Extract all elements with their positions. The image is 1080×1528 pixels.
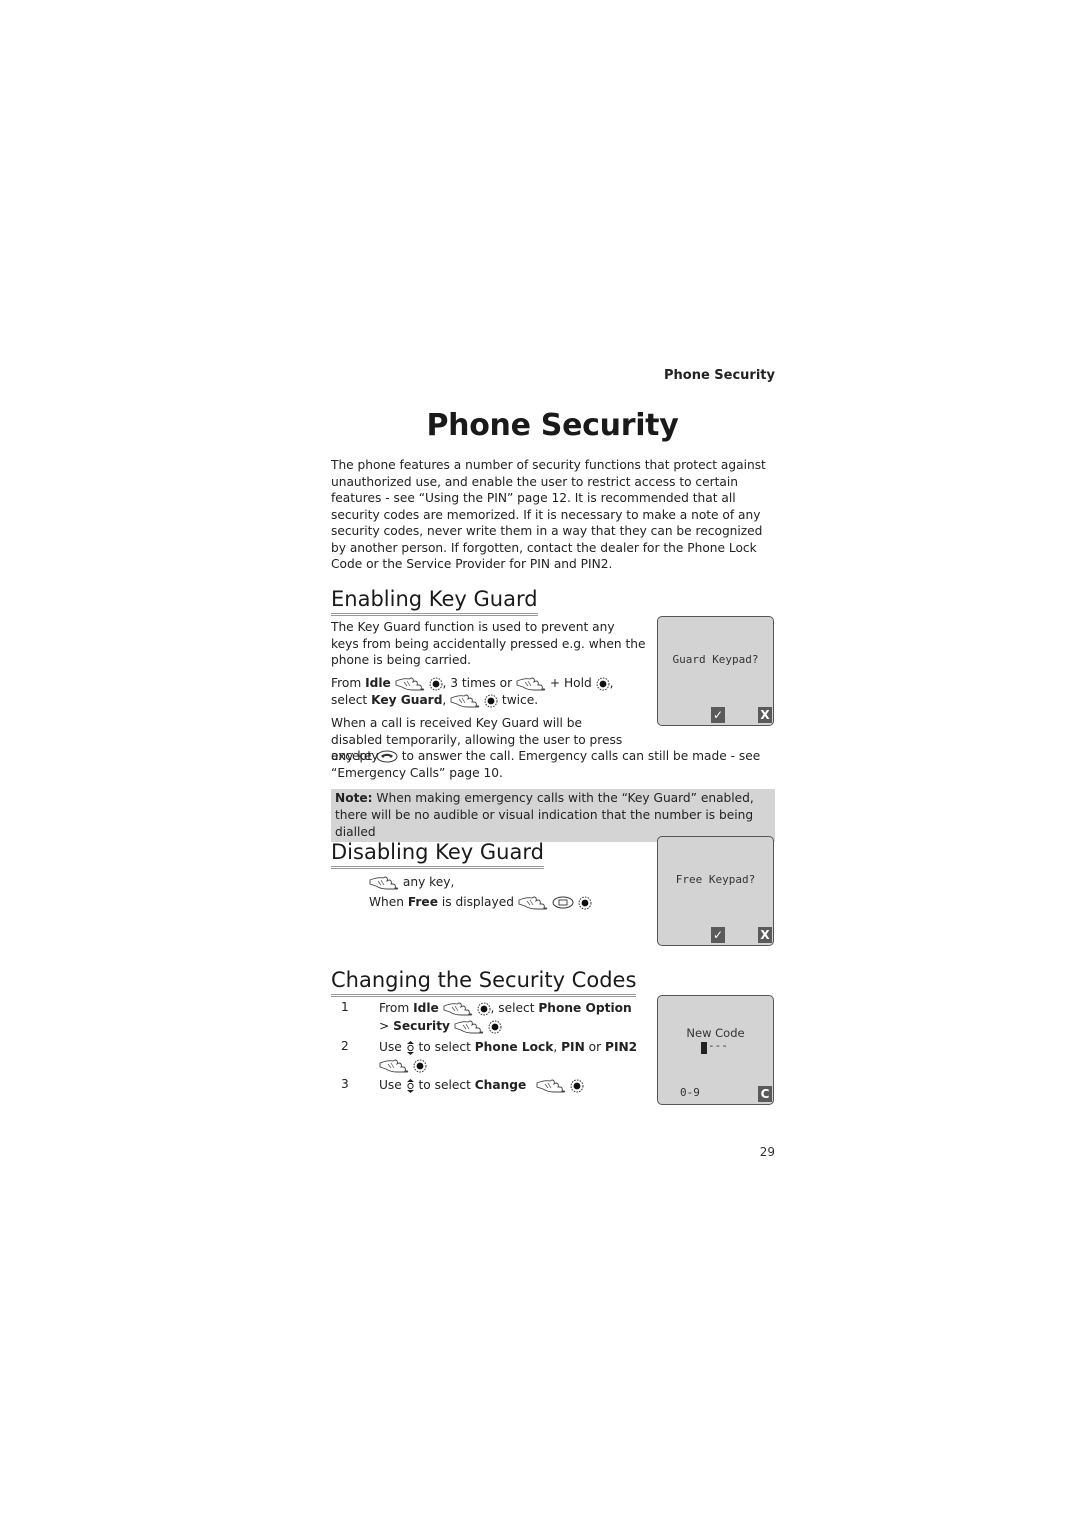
navigation-key-icon: [429, 677, 443, 691]
enabling-instruction-line2: select Key Guard, twice.: [331, 692, 651, 709]
phone-screen-free-keypad: Free Keypad? ✓ X: [657, 836, 774, 946]
navigation-key-icon: [570, 1079, 584, 1093]
text: to select: [414, 1040, 475, 1054]
heading-changing-security-codes: Changing the Security Codes: [331, 967, 637, 997]
step-3: Use to select Change: [379, 1076, 649, 1094]
text: Use: [379, 1078, 406, 1092]
idle-label: Idle: [413, 1001, 439, 1015]
softkey-clear: C: [758, 1086, 772, 1102]
text: , select: [490, 1001, 539, 1015]
phone-screen-guard-keypad: Guard Keypad? ✓ X: [657, 616, 774, 726]
navigation-key-icon: [413, 1059, 427, 1073]
hand-press-icon: [516, 677, 546, 691]
text: Use: [379, 1040, 406, 1054]
enabling-instruction-line1: From Idle , 3 times or + Hold ,: [331, 675, 651, 692]
softkey-cancel: X: [758, 707, 772, 723]
pin-label: PIN: [561, 1040, 585, 1054]
text: From: [379, 1001, 414, 1015]
text: >: [379, 1019, 394, 1033]
menu-key-icon: [552, 896, 574, 909]
intro-paragraph: The phone features a number of security …: [331, 458, 766, 571]
hand-press-icon: [536, 1079, 566, 1093]
phone-option-label: Phone Option: [538, 1001, 632, 1015]
pin2-label: PIN2: [605, 1040, 638, 1054]
section-disabling: Disabling Key Guard: [331, 839, 544, 869]
navigation-key-icon: [488, 1020, 502, 1034]
security-label: Security: [393, 1019, 450, 1033]
step-number: 1: [341, 1000, 349, 1014]
phone-lock-label: Phone Lock: [474, 1040, 554, 1054]
screen-message: Free Keypad?: [675, 873, 756, 886]
section-changing: Changing the Security Codes: [331, 967, 637, 997]
screen-message: New Code: [686, 1026, 745, 1040]
entry-cursor: [701, 1042, 707, 1054]
note-text: When making emergency calls with the “Ke…: [335, 791, 754, 839]
text: ,: [553, 1040, 562, 1054]
step-number: 2: [341, 1039, 349, 1053]
heading-disabling-key-guard: Disabling Key Guard: [331, 839, 544, 869]
step-number: 3: [341, 1077, 349, 1091]
up-down-scroll-icon: [406, 1079, 415, 1093]
text: twice.: [498, 693, 539, 707]
call-key-icon: [376, 750, 398, 763]
enabling-call-note-cont: except to answer the call. Emergency cal…: [331, 748, 776, 781]
step-1: From Idle , select Phone Option > Securi…: [379, 999, 649, 1035]
softkey-confirm: ✓: [711, 927, 725, 943]
text: + Hold: [546, 676, 596, 690]
free-label: Free: [407, 895, 438, 909]
hand-press-icon: [450, 694, 480, 708]
note-box: Note: When making emergency calls with t…: [331, 789, 775, 842]
softkey-confirm: ✓: [711, 707, 725, 723]
text: When: [369, 895, 408, 909]
idle-label: Idle: [365, 676, 391, 690]
step-2: Use to select Phone Lock, PIN or PIN2: [379, 1038, 654, 1074]
up-down-scroll-icon: [406, 1041, 415, 1055]
hand-press-icon: [443, 1002, 473, 1016]
hand-press-icon: [369, 876, 399, 890]
disabling-line1: any key,: [369, 874, 619, 891]
navigation-key-icon: [596, 677, 610, 691]
heading-enabling-key-guard: Enabling Key Guard: [331, 586, 538, 616]
text: except: [331, 749, 376, 763]
hand-press-icon: [379, 1059, 409, 1073]
hand-press-icon: [518, 896, 548, 910]
page-title: Phone Security: [426, 408, 679, 443]
section-enabling: Enabling Key Guard: [331, 586, 538, 616]
text: , 3 times or: [442, 676, 517, 690]
text: or: [584, 1040, 606, 1054]
navigation-key-icon: [477, 1002, 491, 1016]
change-label: Change: [474, 1078, 527, 1092]
text: ,: [442, 693, 447, 707]
text: From: [331, 676, 366, 690]
screen-message: Guard Keypad?: [672, 653, 759, 666]
text: any key,: [399, 875, 455, 889]
navigation-key-icon: [484, 694, 498, 708]
disabling-line2: When Free is displayed: [369, 894, 629, 911]
enabling-description: The Key Guard function is used to preven…: [331, 620, 646, 667]
note-label: Note:: [335, 791, 373, 805]
navigation-key-icon: [578, 896, 592, 910]
running-head: Phone Security: [663, 368, 775, 383]
hand-press-icon: [454, 1020, 484, 1034]
code-entry: ---: [708, 1039, 728, 1052]
text: select: [331, 693, 372, 707]
hand-press-icon: [395, 677, 425, 691]
page-number: 29: [759, 1145, 775, 1159]
softkey-cancel: X: [758, 927, 772, 943]
text: ,: [609, 676, 614, 690]
input-hint: 0-9: [680, 1086, 700, 1099]
text: is displayed: [437, 895, 518, 909]
phone-screen-new-code: New Code --- 0-9 C: [657, 995, 774, 1105]
text: to select: [414, 1078, 475, 1092]
key-guard-label: Key Guard: [371, 693, 443, 707]
